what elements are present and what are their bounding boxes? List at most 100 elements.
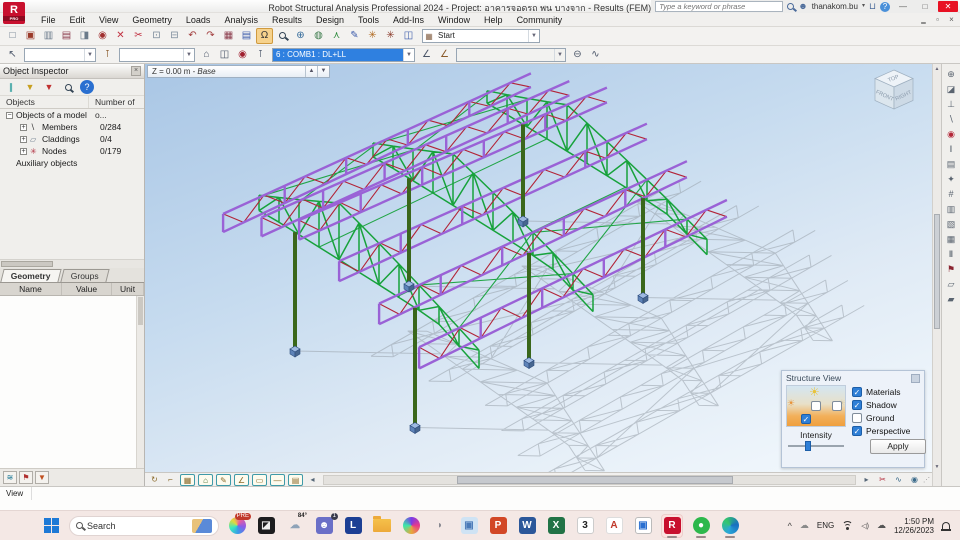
search-icon[interactable] (61, 80, 75, 94)
signed-in-user[interactable]: thanakom.bu (812, 2, 858, 11)
tray-chevron-icon[interactable]: ^ (788, 521, 792, 531)
menu-window[interactable]: Window (431, 13, 477, 27)
sun-low-icon[interactable]: ☀ (787, 398, 795, 409)
intensity-slider[interactable] (786, 440, 846, 452)
count-column-header[interactable]: Number of o... (89, 96, 144, 108)
view-undo-icon[interactable]: ↻ (147, 474, 162, 486)
sun-high-icon[interactable]: ☀ (809, 385, 820, 399)
new-icon[interactable]: □ (4, 28, 21, 44)
print-icon[interactable]: ▤ (58, 28, 75, 44)
property-vscrollbar[interactable] (136, 296, 144, 468)
menu-analysis[interactable]: Analysis (217, 13, 265, 27)
view-saved-red-icon[interactable]: ◉ (234, 47, 251, 63)
menu-tools[interactable]: Tools (351, 13, 386, 27)
language-indicator[interactable]: ENG (817, 521, 834, 530)
node-select-icon[interactable]: ⊺ (99, 47, 116, 63)
tree-row-claddings[interactable]: +▱Claddings0/4 (0, 133, 144, 145)
save-icon[interactable]: ▥ (40, 28, 57, 44)
cut-icon[interactable]: ✂ (130, 28, 147, 44)
vscroll-thumb[interactable] (934, 214, 940, 329)
tree-expander-icon[interactable]: + (20, 148, 27, 155)
resize-grip-icon[interactable]: ⋰ (923, 476, 930, 484)
keyword-search-input[interactable] (655, 1, 783, 12)
select-pointer-icon[interactable]: ↖ (4, 47, 21, 63)
linkedin-app[interactable]: L (342, 514, 364, 538)
preferences-wrench-icon[interactable]: ✳ (382, 28, 399, 44)
load-values-icon[interactable]: ∠ (436, 47, 453, 63)
load-symbols-icon[interactable]: ∠ (418, 47, 435, 63)
grid-tool-icon[interactable]: ▦ (943, 232, 959, 247)
hscroll-thumb[interactable] (457, 476, 733, 484)
paste-icon[interactable]: ⊟ (166, 28, 183, 44)
sections-display-icon[interactable]: ▭ (252, 474, 267, 486)
axis-display-icon[interactable]: ― (270, 474, 285, 486)
name-column-header[interactable]: Name (0, 283, 62, 295)
menu-view[interactable]: View (92, 13, 125, 27)
supports-display-icon[interactable]: ∠ (234, 474, 249, 486)
cart-icon[interactable]: ⊔ (869, 1, 876, 12)
sections-tool-icon[interactable]: Ⅰ (943, 142, 959, 157)
option-materials-checkbox[interactable]: ✓Materials (852, 385, 926, 398)
profile-tool-icon[interactable]: Ⅱ (943, 247, 959, 262)
zoom-window-icon[interactable]: ⊕ (292, 28, 309, 44)
clipchamp-app[interactable] (400, 514, 422, 538)
member-selection-combo[interactable]: ▼ (119, 48, 195, 62)
help-icon[interactable]: ? (80, 80, 94, 94)
node-selection-combo[interactable]: ▼ (24, 48, 96, 62)
objects-column-header[interactable]: Objects (0, 96, 89, 108)
menu-loads[interactable]: Loads (179, 13, 218, 27)
render-lamp-icon[interactable]: ⌂ (198, 474, 213, 486)
notification-bell-icon[interactable] (942, 522, 950, 530)
dynamic-view-icon[interactable]: ∿ (891, 474, 906, 486)
undo-icon[interactable]: ↶ (184, 28, 201, 44)
bars-tool-icon[interactable]: ∖ (943, 112, 959, 127)
robot-app[interactable]: R (661, 514, 683, 538)
chevron-down-icon[interactable]: ▼ (403, 49, 414, 61)
filter-mini-icon[interactable]: ▼ (35, 471, 49, 484)
redo-icon[interactable]: ↷ (202, 28, 219, 44)
intensity-thumb[interactable] (805, 441, 811, 451)
panel-close-icon[interactable] (911, 374, 920, 383)
level-up-icon[interactable]: ▲ (305, 66, 317, 77)
cloud-status-icon[interactable]: ☁ (877, 520, 886, 531)
eye-view-icon[interactable]: ◉ (907, 474, 922, 486)
phot-app[interactable]: PRE (226, 514, 248, 538)
level-selector[interactable]: Z = 0.00 m - Base ▲ ▼ (147, 65, 330, 78)
layout-screens-icon[interactable]: ◫ (400, 28, 417, 44)
mode-wave-icon[interactable]: ∿ (587, 47, 604, 63)
sun-position-widget[interactable]: ☀ ☀ ☀ ✓ (786, 385, 846, 427)
mode-combo[interactable]: ▼ (456, 48, 566, 62)
mdi-restore-icon[interactable]: ▫ (932, 13, 943, 26)
flag-icon[interactable]: ⚑ (19, 471, 33, 484)
open-icon[interactable]: ▣ (22, 28, 39, 44)
option-perspective-checkbox[interactable]: ✓Perspective (852, 424, 926, 437)
mdi-close-icon[interactable]: × (946, 13, 957, 26)
apply-button[interactable]: Apply (870, 439, 926, 454)
walls-tool-icon[interactable]: ▥ (943, 202, 959, 217)
viewport-hscrollbar[interactable] (323, 475, 856, 485)
tab-geometry[interactable]: Geometry (0, 269, 61, 282)
user-icon[interactable]: ☻ (798, 1, 807, 12)
mdi-minimize-icon[interactable]: ‗ (918, 13, 929, 26)
menu-addins[interactable]: Add-Ins (386, 13, 431, 27)
materials-tool-icon[interactable]: ◉ (943, 127, 959, 142)
tree-row-auxiliary-objects[interactable]: Auxiliary objects (0, 157, 144, 169)
view-globe-icon[interactable]: ◍ (310, 28, 327, 44)
option-shadow-checkbox[interactable]: ✓Shadow (852, 398, 926, 411)
views-list-icon[interactable]: ≋ (3, 471, 17, 484)
solid-tool-icon[interactable]: ▰ (943, 292, 959, 307)
edge-app[interactable] (719, 514, 741, 538)
filter-icon[interactable]: ▼ (23, 80, 37, 94)
scroll-down-icon[interactable]: ▼ (933, 464, 941, 470)
clip-scissors-icon[interactable]: ✂ (875, 474, 890, 486)
plate-tool-icon[interactable]: ▱ (943, 277, 959, 292)
onedrive-icon[interactable]: ☁ (800, 520, 809, 531)
layout-selector-combo[interactable]: ▦ Start ▼ (422, 29, 540, 43)
dark-app[interactable]: ◪ (255, 514, 277, 538)
line-app[interactable]: ● (690, 514, 712, 538)
thickness-tool-icon[interactable]: ▤ (943, 157, 959, 172)
vscroll-thumb[interactable] (138, 297, 143, 325)
axes-3d-icon[interactable]: ⋏ (328, 28, 345, 44)
tree-expander-icon[interactable]: + (20, 136, 27, 143)
results-lock-icon[interactable]: Ω (256, 28, 273, 44)
